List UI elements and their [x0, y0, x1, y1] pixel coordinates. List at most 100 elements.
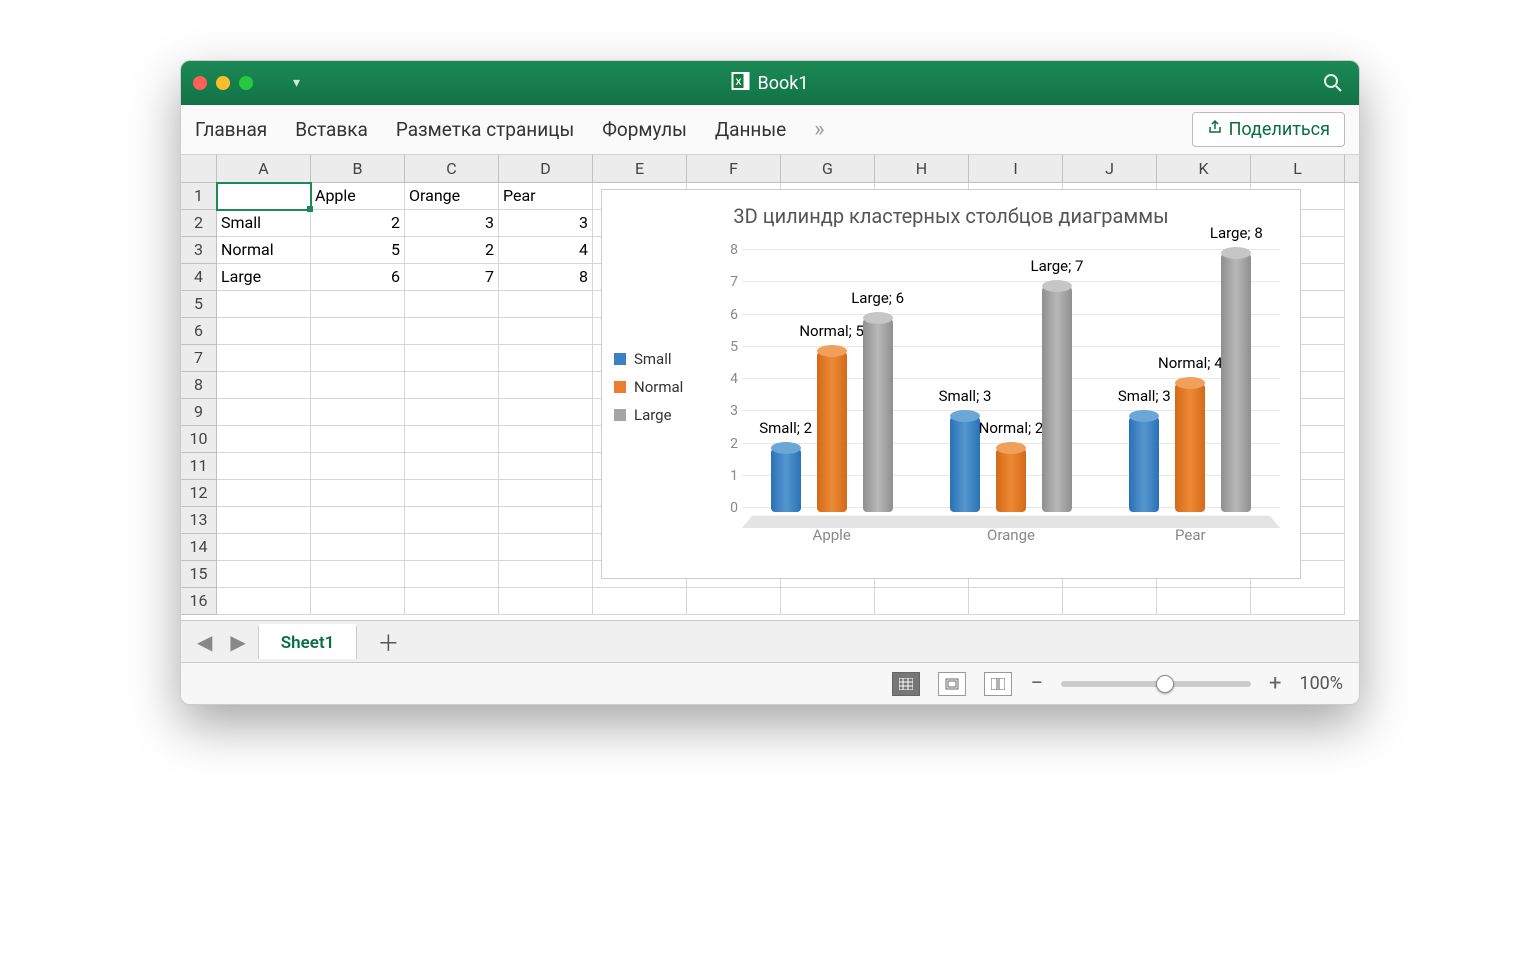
- cell[interactable]: [499, 345, 593, 372]
- cell[interactable]: [311, 372, 405, 399]
- cell[interactable]: [311, 399, 405, 426]
- cell[interactable]: 6: [311, 264, 405, 291]
- cell[interactable]: Large: [217, 264, 311, 291]
- cell[interactable]: [311, 588, 405, 615]
- ribbon-tab-formulas[interactable]: Формулы: [602, 118, 687, 141]
- cell[interactable]: [593, 588, 687, 615]
- cell[interactable]: [405, 507, 499, 534]
- row-header[interactable]: 12: [181, 480, 217, 507]
- cell[interactable]: [499, 291, 593, 318]
- row-header[interactable]: 4: [181, 264, 217, 291]
- cell[interactable]: [405, 480, 499, 507]
- row-header[interactable]: 14: [181, 534, 217, 561]
- cell[interactable]: [969, 588, 1063, 615]
- cell[interactable]: 2: [311, 210, 405, 237]
- cell[interactable]: [311, 480, 405, 507]
- row-header[interactable]: 3: [181, 237, 217, 264]
- cell[interactable]: Pear: [499, 183, 593, 210]
- row-header[interactable]: 16: [181, 588, 217, 615]
- cell[interactable]: [217, 372, 311, 399]
- cell[interactable]: [499, 426, 593, 453]
- cell[interactable]: [499, 534, 593, 561]
- cell[interactable]: 4: [499, 237, 593, 264]
- cell[interactable]: [405, 588, 499, 615]
- cell[interactable]: Normal: [217, 237, 311, 264]
- zoom-in-button[interactable]: +: [1269, 671, 1281, 696]
- chart-bar[interactable]: Normal; 2: [996, 447, 1026, 512]
- col-header[interactable]: B: [311, 155, 405, 182]
- cell[interactable]: [217, 588, 311, 615]
- cell[interactable]: 7: [405, 264, 499, 291]
- row-header[interactable]: 1: [181, 183, 217, 210]
- select-all-corner[interactable]: [181, 155, 217, 182]
- zoom-slider[interactable]: [1061, 681, 1251, 687]
- cell[interactable]: [499, 588, 593, 615]
- chart-bar[interactable]: Small; 2: [771, 447, 801, 512]
- cell[interactable]: [781, 588, 875, 615]
- col-header[interactable]: A: [217, 155, 311, 182]
- cell[interactable]: [405, 534, 499, 561]
- ribbon-tab-data[interactable]: Данные: [715, 118, 786, 141]
- row-header[interactable]: 15: [181, 561, 217, 588]
- page-break-view-button[interactable]: [984, 672, 1012, 696]
- row-header[interactable]: 5: [181, 291, 217, 318]
- cell[interactable]: Apple: [311, 183, 405, 210]
- cell[interactable]: Orange: [405, 183, 499, 210]
- cell[interactable]: [1251, 588, 1345, 615]
- cell[interactable]: [217, 507, 311, 534]
- cell[interactable]: [311, 291, 405, 318]
- cell[interactable]: Small: [217, 210, 311, 237]
- chart-object[interactable]: 3D цилиндр кластерных столбцов диаграммы…: [601, 189, 1301, 579]
- col-header[interactable]: D: [499, 155, 593, 182]
- row-header[interactable]: 6: [181, 318, 217, 345]
- row-header[interactable]: 13: [181, 507, 217, 534]
- cell[interactable]: [217, 183, 311, 210]
- cell[interactable]: [499, 507, 593, 534]
- col-header[interactable]: E: [593, 155, 687, 182]
- ribbon-tab-page-layout[interactable]: Разметка страницы: [396, 118, 574, 141]
- close-window-button[interactable]: [193, 76, 207, 90]
- normal-view-button[interactable]: [892, 672, 920, 696]
- cell[interactable]: [1063, 588, 1157, 615]
- next-sheet-button[interactable]: ▶: [224, 630, 251, 654]
- cell[interactable]: [405, 372, 499, 399]
- more-tabs-icon[interactable]: »: [814, 119, 824, 141]
- quick-access-toolbar[interactable]: ▾: [293, 75, 300, 91]
- cell[interactable]: [499, 480, 593, 507]
- cell[interactable]: [405, 561, 499, 588]
- cell[interactable]: [217, 345, 311, 372]
- cell[interactable]: 3: [405, 210, 499, 237]
- cell[interactable]: [217, 480, 311, 507]
- maximize-window-button[interactable]: [239, 76, 253, 90]
- share-button[interactable]: Поделиться: [1192, 112, 1345, 147]
- qat-dropdown-icon[interactable]: ▾: [293, 75, 300, 91]
- cell[interactable]: 5: [311, 237, 405, 264]
- cell[interactable]: [311, 507, 405, 534]
- cell[interactable]: [311, 453, 405, 480]
- add-sheet-button[interactable]: ＋: [363, 626, 413, 658]
- cell[interactable]: [405, 453, 499, 480]
- col-header[interactable]: H: [875, 155, 969, 182]
- col-header[interactable]: C: [405, 155, 499, 182]
- cell[interactable]: [311, 426, 405, 453]
- chart-bar[interactable]: Large; 6: [863, 317, 893, 512]
- cell[interactable]: [217, 426, 311, 453]
- cell[interactable]: [405, 291, 499, 318]
- chart-bar[interactable]: Large; 8: [1221, 252, 1251, 512]
- zoom-slider-thumb[interactable]: [1156, 675, 1174, 693]
- cell[interactable]: [1157, 588, 1251, 615]
- chart-bar[interactable]: Normal; 4: [1175, 382, 1205, 512]
- col-header[interactable]: L: [1251, 155, 1345, 182]
- row-header[interactable]: 7: [181, 345, 217, 372]
- cell[interactable]: [217, 291, 311, 318]
- cell[interactable]: 8: [499, 264, 593, 291]
- page-layout-view-button[interactable]: [938, 672, 966, 696]
- cell[interactable]: [687, 588, 781, 615]
- row-header[interactable]: 9: [181, 399, 217, 426]
- cell[interactable]: [217, 561, 311, 588]
- cell[interactable]: [217, 399, 311, 426]
- zoom-level[interactable]: 100%: [1299, 673, 1343, 694]
- row-header[interactable]: 8: [181, 372, 217, 399]
- cell[interactable]: [405, 318, 499, 345]
- ribbon-tab-home[interactable]: Главная: [195, 118, 267, 141]
